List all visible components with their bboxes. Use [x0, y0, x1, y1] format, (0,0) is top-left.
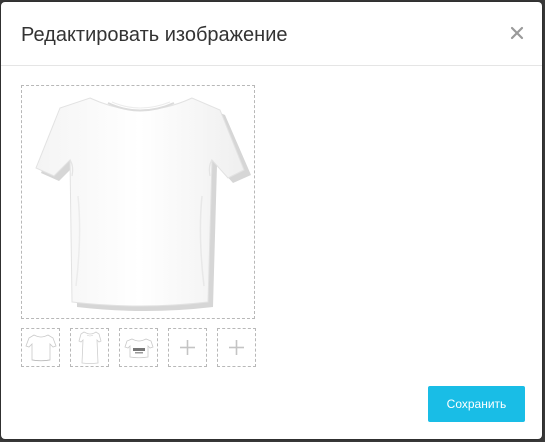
modal-title: Редактировать изображение — [21, 24, 288, 46]
thumbnail-2[interactable] — [70, 328, 109, 367]
modal-header: Редактировать изображение — [1, 2, 542, 66]
thumbnail-3[interactable] — [119, 328, 158, 367]
edit-image-modal: Редактировать изображение Сохранить — [1, 2, 542, 439]
add-image-slot-1[interactable] — [168, 328, 207, 367]
main-image-frame[interactable] — [21, 85, 255, 319]
tshirt-front-thumbnail — [25, 334, 57, 362]
crop-top-thumbnail — [124, 338, 154, 359]
long-tshirt-thumbnail — [78, 331, 102, 364]
add-image-icon — [229, 340, 244, 355]
tshirt-front-image — [35, 97, 251, 311]
save-button[interactable]: Сохранить — [428, 386, 525, 422]
thumbnail-1[interactable] — [21, 328, 60, 367]
add-image-slot-2[interactable] — [217, 328, 256, 367]
close-button[interactable] — [506, 22, 528, 44]
close-icon — [510, 26, 524, 40]
add-image-icon — [180, 340, 195, 355]
